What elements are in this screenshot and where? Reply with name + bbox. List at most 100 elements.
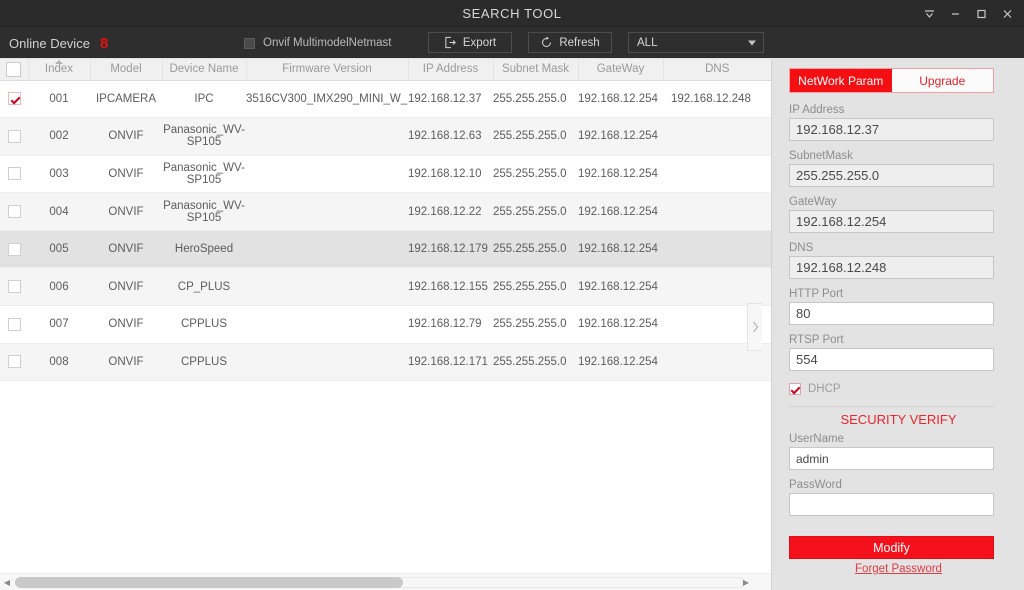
modify-button[interactable]: Modify [789,536,994,559]
forget-password-link[interactable]: Forget Password [772,563,1024,575]
row-select-cell[interactable] [0,305,28,344]
rtsp-port-input[interactable] [789,348,994,371]
row-checkbox[interactable] [7,242,21,256]
cell-ip-address: 192.168.12.22 [408,192,493,231]
ip-address-input[interactable] [789,118,994,141]
cell-dns [663,230,771,269]
table-row[interactable]: 008 ONVIF CPPLUS 192.168.12.171 255.255.255.… [0,343,771,382]
cell-gateway: 192.168.12.254 [578,155,663,194]
username-input[interactable] [789,447,994,470]
cell-device-name: CP_PLUS [162,267,246,307]
column-header-subnet-mask[interactable]: Subnet Mask [493,59,579,81]
refresh-button[interactable]: Refresh [528,32,612,53]
cell-gateway: 192.168.12.254 [578,230,663,269]
cell-index: 004 [28,192,90,231]
table-row[interactable]: 005 ONVIF HeroSpeed 192.168.12.179 255.255.2… [0,230,771,269]
field-label: DNS [789,242,814,254]
row-checkbox[interactable] [7,129,21,143]
cell-gateway: 192.168.12.254 [578,305,663,344]
tab-network-param[interactable]: NetWork Param [790,69,892,92]
tray-icon[interactable] [916,0,942,27]
onvif-multimodelnetmast-checkbox[interactable]: Onvif MultimodelNetmast [244,27,391,59]
field-label: IP Address [789,104,845,116]
column-label: GateWay [596,63,645,76]
row-checkbox[interactable] [7,205,21,219]
field-label: SubnetMask [789,150,853,162]
cell-ip-address: 192.168.12.63 [408,117,493,156]
export-icon [444,36,457,49]
horizontal-scrollbar[interactable]: ◀ ▶ [0,573,771,590]
cell-dns [663,155,771,194]
dhcp-checkbox[interactable]: DHCP [789,383,841,395]
column-label: Subnet Mask [501,63,570,76]
field-label: GateWay [789,196,837,208]
table-row[interactable]: 003 ONVIF Panasonic_WV-SP105 192.168.12.10 2… [0,155,771,194]
cell-device-name: HeroSpeed [162,230,246,269]
toolbar: Online Device 8 Onvif MultimodelNetmast … [0,27,1024,59]
row-select-cell[interactable] [0,155,28,194]
checkbox-box [789,383,801,395]
column-header-model[interactable]: Model [90,59,163,81]
scroll-right-icon[interactable]: ▶ [739,574,753,590]
row-select-cell[interactable] [0,80,28,119]
tab-label: NetWork Param [798,73,884,88]
column-header-device-name[interactable]: Device Name [162,59,247,81]
cell-index: 008 [28,343,90,382]
table-row[interactable]: 006 ONVIF CP_PLUS 192.168.12.155 255.255.255… [0,267,771,307]
security-verify-title: SECURITY VERIFY [840,412,957,427]
row-checkbox[interactable] [7,280,21,294]
field-label: RTSP Port [789,334,844,346]
row-checkbox[interactable] [7,355,21,369]
cell-index: 001 [28,80,90,119]
column-label: DNS [705,63,730,76]
scrollbar-thumb[interactable] [15,577,403,588]
column-header-ip-address[interactable]: IP Address [408,59,494,81]
maximize-icon[interactable] [968,0,994,27]
subnet-mask-input[interactable] [789,164,994,187]
device-table-body: 001 IPCAMERA IPC 3516CV300_IMX290_MINI_W_..… [0,80,771,382]
column-header-dns[interactable]: DNS [663,59,771,81]
select-all-checkbox[interactable] [6,61,22,77]
tab-upgrade[interactable]: Upgrade [891,69,993,92]
column-header-gateway[interactable]: GateWay [578,59,664,81]
export-button[interactable]: Export [428,32,512,53]
row-select-cell[interactable] [0,267,28,307]
close-icon[interactable] [994,0,1020,27]
row-select-cell[interactable] [0,343,28,382]
row-select-cell[interactable] [0,117,28,156]
http-port-input[interactable] [789,302,994,325]
dns-input[interactable] [789,256,994,279]
field-gateway: GateWay [789,195,994,233]
cell-firmware-version [246,192,408,231]
panel-divider [789,406,994,407]
modify-label: Modify [873,540,910,555]
device-table: Index Model Device Name Firmware Version… [0,59,771,382]
table-row[interactable]: 004 ONVIF Panasonic_WV-SP105 192.168.12.22 2… [0,192,771,231]
cell-ip-address: 192.168.12.79 [408,305,493,344]
column-header-firmware-version[interactable]: Firmware Version [246,59,409,81]
panel-expand-handle[interactable] [747,303,762,351]
gateway-input[interactable] [789,210,994,233]
cell-ip-address: 192.168.12.171 [408,343,493,382]
cell-subnet-mask: 255.255.255.0 [493,267,578,307]
cell-subnet-mask: 255.255.255.0 [493,155,578,194]
scroll-left-icon[interactable]: ◀ [0,574,14,590]
row-select-cell[interactable] [0,230,28,269]
cell-index: 002 [28,117,90,156]
row-select-cell[interactable] [0,192,28,231]
device-filter-select[interactable]: ALL [628,32,764,53]
table-row[interactable]: 007 ONVIF CPPLUS 192.168.12.79 255.255.255.0… [0,305,771,344]
row-checkbox[interactable] [7,317,21,331]
select-all-header[interactable] [0,59,29,81]
minimize-icon[interactable] [942,0,968,27]
row-checkbox[interactable] [7,167,21,181]
row-checkbox[interactable] [7,92,21,106]
field-password: PassWord [789,478,994,516]
table-row[interactable]: 001 IPCAMERA IPC 3516CV300_IMX290_MINI_W_..… [0,80,771,119]
refresh-icon [540,36,553,49]
online-device-label: Online Device [9,35,90,51]
column-header-index[interactable]: Index [28,59,91,81]
table-row[interactable]: 002 ONVIF Panasonic_WV-SP105 192.168.12.63 2… [0,117,771,156]
password-input[interactable] [789,493,994,516]
sort-ascending-icon [55,60,63,64]
